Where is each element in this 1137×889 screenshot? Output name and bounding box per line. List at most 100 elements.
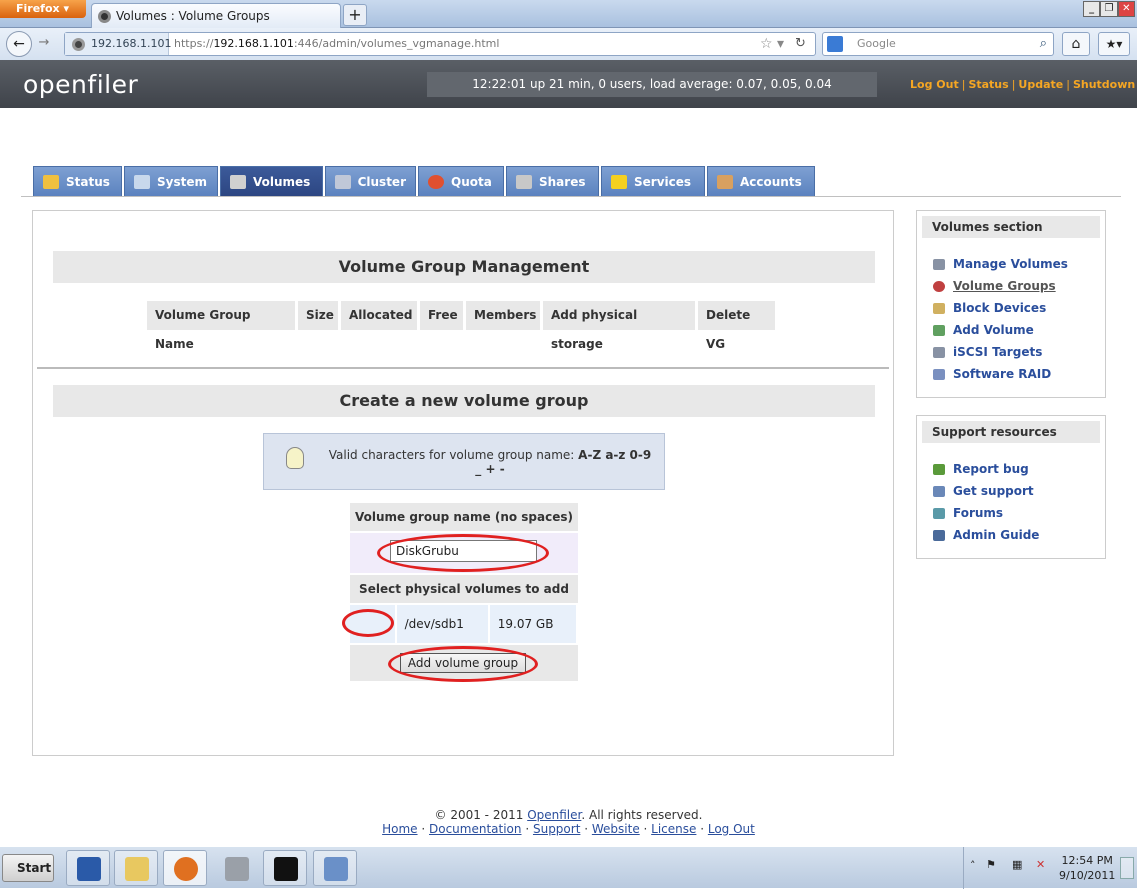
reload-button[interactable]: ↻ (795, 33, 806, 55)
vg-name-input[interactable]: DiskGrubu (390, 540, 537, 562)
volumes-section-title: Volumes section (922, 216, 1100, 238)
footer-links: Home · Documentation · Support · Website… (382, 822, 755, 836)
footer-link-support[interactable]: Support (533, 822, 580, 836)
sidebar-item-software-raid[interactable]: Software RAID (917, 363, 1105, 385)
tab-system[interactable]: System (124, 166, 218, 197)
back-button[interactable]: ← (6, 31, 32, 57)
address-bar[interactable]: 192.168.1.101 https://192.168.1.101:446/… (64, 32, 816, 56)
monitor-icon (134, 174, 150, 189)
show-desktop-button[interactable] (1120, 857, 1134, 879)
start-button[interactable]: Start (2, 854, 54, 882)
sidebar-item-add-volume[interactable]: Add Volume (917, 319, 1105, 341)
tray-clock[interactable]: 12:54 PM 9/10/2011 (1059, 853, 1115, 883)
col-vg-name: Volume Group Name (147, 301, 295, 351)
update-link[interactable]: Update (1018, 78, 1063, 91)
submit-row: Add volume group (350, 645, 578, 682)
sidebar-item-manage-volumes[interactable]: Manage Volumes (917, 253, 1105, 275)
create-vg-form: Volume group name (no spaces) DiskGrubu … (342, 503, 578, 682)
add-volume-group-button[interactable]: Add volume group (400, 653, 526, 673)
hint-box: Valid characters for volume group name: … (263, 433, 665, 490)
sidebar-item-forums[interactable]: Forums (917, 502, 1105, 524)
pie-chart-icon (428, 174, 444, 189)
minimize-button[interactable]: _ (1083, 1, 1101, 17)
footer-link-home[interactable]: Home (382, 822, 417, 836)
pv-device: /dev/sdb1 (396, 605, 488, 643)
footer-link-website[interactable]: Website (592, 822, 640, 836)
lightning-icon (611, 174, 627, 189)
status-link[interactable]: Status (968, 78, 1008, 91)
iscsi-targets-icon (933, 346, 945, 358)
volume-muted-icon[interactable]: ✕ (1036, 858, 1045, 871)
col-members: Members (466, 301, 540, 330)
tab-underline (21, 196, 1121, 197)
windows-taskbar: Start ˄ ⚑ ▦ ✕ 12:54 PM 9/10/2011 (0, 846, 1137, 889)
openfiler-link[interactable]: Openfiler (527, 808, 581, 822)
taskbar-server-manager[interactable] (214, 850, 258, 886)
search-icon[interactable]: ⌕ (1040, 33, 1047, 55)
tab-accounts[interactable]: Accounts (707, 166, 815, 197)
shutdown-link[interactable]: Shutdown (1073, 78, 1135, 91)
tab-services[interactable]: Services (601, 166, 705, 197)
sidebar-item-report-bug[interactable]: Report bug (917, 458, 1105, 480)
close-window-button[interactable]: ✕ (1117, 1, 1135, 17)
maximize-button[interactable]: ❐ (1100, 1, 1118, 17)
footer-link-license[interactable]: License (651, 822, 696, 836)
remote-desktop-icon (324, 857, 348, 881)
url-text: https://192.168.1.101:446/admin/volumes_… (174, 37, 500, 50)
tab-quota[interactable]: Quota (418, 166, 504, 197)
new-tab-button[interactable]: + (343, 4, 367, 26)
browser-tab[interactable]: Volumes : Volume Groups (91, 3, 341, 28)
footer-link-logout[interactable]: Log Out (708, 822, 755, 836)
navigation-bar: ← → 192.168.1.101 https://192.168.1.101:… (0, 28, 1137, 60)
create-vg-title: Create a new volume group (53, 385, 875, 417)
home-button[interactable]: ⌂ (1062, 32, 1090, 56)
hint-text: Valid characters for volume group name: … (328, 448, 652, 476)
show-hidden-icons[interactable]: ˄ (970, 859, 976, 872)
tab-shares[interactable]: Shares (506, 166, 599, 197)
pv-checkbox-cell: ✔ (342, 605, 395, 643)
search-input[interactable]: Google ⌕ (822, 32, 1054, 56)
taskbar-remote-desktop[interactable] (313, 850, 357, 886)
vg-management-title: Volume Group Management (53, 251, 875, 283)
tab-cluster[interactable]: Cluster (325, 166, 416, 197)
book-icon (933, 529, 945, 541)
pv-checkbox[interactable]: ✔ (362, 618, 379, 629)
sidebar-item-admin-guide[interactable]: Admin Guide (917, 524, 1105, 546)
pv-select-header: Select physical volumes to add (350, 575, 578, 603)
window-controls: _ ❐ ✕ (1083, 1, 1135, 17)
add-volume-icon (933, 324, 945, 336)
sidebar-item-volume-groups[interactable]: Volume Groups (917, 275, 1105, 297)
taskbar-cmd[interactable] (263, 850, 307, 886)
system-tray: ˄ ⚑ ▦ ✕ 12:54 PM 9/10/2011 (963, 847, 1137, 889)
network-icon[interactable]: ▦ (1012, 858, 1022, 871)
block-devices-icon (933, 302, 945, 314)
bookmarks-button[interactable]: ★▾ (1098, 32, 1130, 56)
cluster-icon (335, 174, 351, 189)
sidebar-item-iscsi-targets[interactable]: iSCSI Targets (917, 341, 1105, 363)
tab-volumes[interactable]: Volumes (220, 166, 323, 197)
taskbar-explorer[interactable] (114, 850, 158, 886)
site-identity-button[interactable]: 192.168.1.101 (65, 33, 171, 55)
tab-status[interactable]: Status (33, 166, 122, 197)
sidebar-item-get-support[interactable]: Get support (917, 480, 1105, 502)
support-resources-title: Support resources (922, 421, 1100, 443)
vg-table-header: Volume Group Name Size Allocated Free Me… (147, 301, 778, 351)
google-search-engine-icon[interactable] (827, 36, 843, 52)
uptime-status: 12:22:01 up 21 min, 0 users, load averag… (427, 72, 877, 97)
volumes-section-panel: Volumes section Manage Volumes Volume Gr… (916, 210, 1106, 398)
bookmark-star-icon[interactable]: ☆ ▾ (760, 33, 784, 55)
sun-icon (43, 174, 59, 189)
sidebar-item-block-devices[interactable]: Block Devices (917, 297, 1105, 319)
forward-button[interactable]: → (34, 35, 54, 53)
taskbar-firefox[interactable] (163, 850, 207, 886)
action-center-flag-icon[interactable]: ⚑ (986, 858, 996, 871)
firefox-menu-button[interactable]: Firefox ▾ (0, 0, 86, 18)
main-panel: Volume Group Management Volume Group Nam… (32, 210, 894, 756)
volume-groups-icon (933, 280, 945, 292)
lightbulb-icon (286, 447, 304, 469)
taskbar-powershell[interactable] (66, 850, 110, 886)
openfiler-logo: openfiler (23, 70, 139, 99)
col-free: Free (420, 301, 463, 330)
footer-link-documentation[interactable]: Documentation (429, 822, 522, 836)
logout-link[interactable]: Log Out (910, 78, 959, 91)
